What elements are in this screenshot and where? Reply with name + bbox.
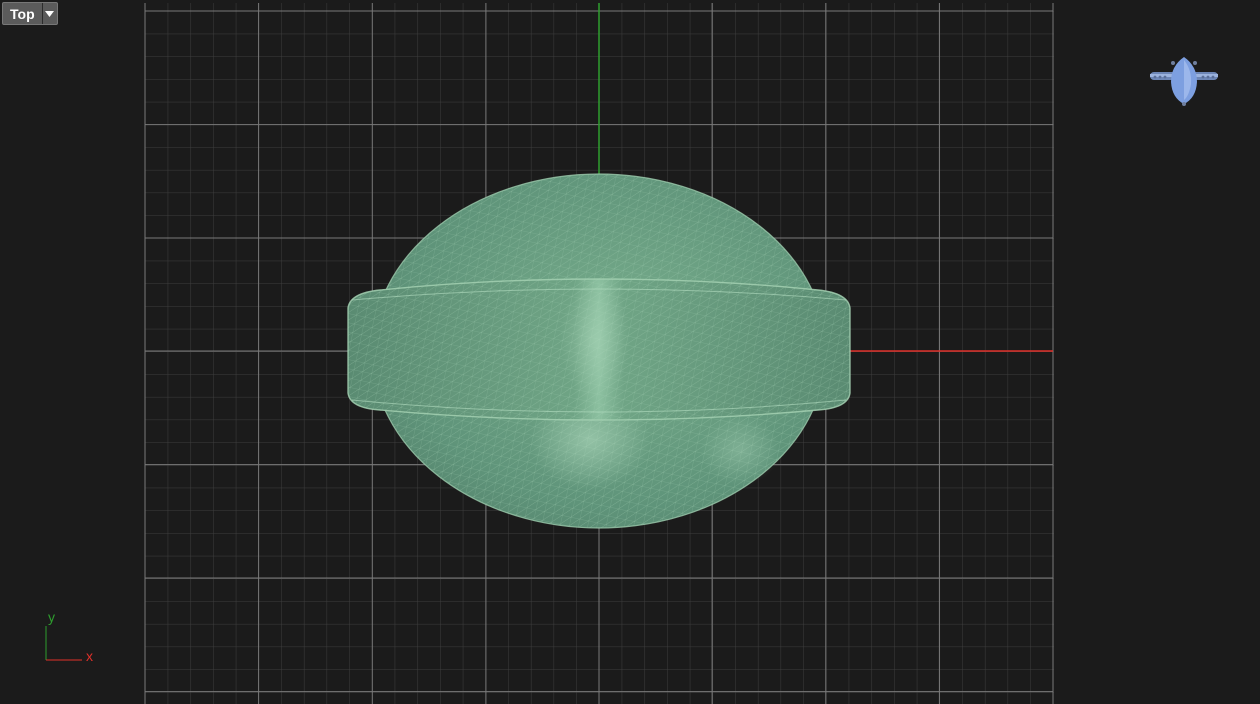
axis-x-label: x xyxy=(86,648,93,664)
viewport-title-button[interactable]: Top xyxy=(2,2,58,25)
viewport-canvas[interactable] xyxy=(0,0,1260,704)
top-viewport[interactable]: y x Top xyxy=(0,0,1260,704)
axis-y-label: y xyxy=(48,609,55,625)
viewport-title: Top xyxy=(10,5,35,22)
chevron-down-icon[interactable] xyxy=(41,3,57,24)
axis-indicator xyxy=(45,626,82,661)
ring-preview-icon[interactable] xyxy=(1150,57,1218,106)
